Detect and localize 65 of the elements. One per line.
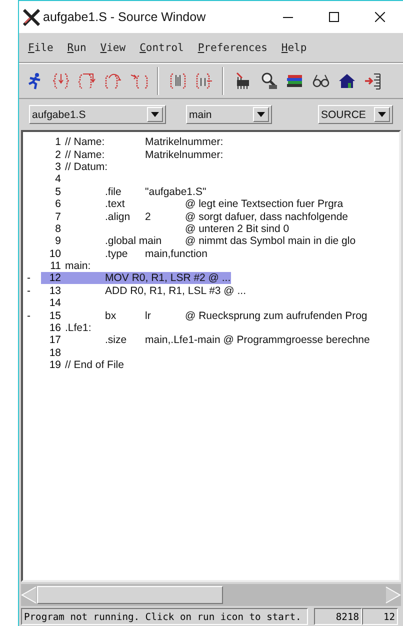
minimize-icon — [283, 16, 293, 18]
dropdown-arrow-icon[interactable] — [151, 112, 159, 117]
breakpoint-marker[interactable]: - — [27, 284, 30, 297]
dropdown[interactable]: main — [186, 105, 272, 124]
line-number: 8 — [54, 222, 62, 235]
code-line: .type main,function — [104, 248, 208, 260]
dropdown[interactable]: SOURCE — [318, 105, 393, 124]
scrollbar-thumb[interactable] — [37, 586, 223, 604]
line-number: 18 — [48, 346, 62, 359]
line-number: 16 — [48, 322, 62, 334]
line-number: 1 — [54, 136, 62, 148]
menu-item[interactable]: File — [28, 42, 54, 54]
code-line: .global main @ nimmt das Symbol main in die glo — [104, 235, 356, 248]
line-number: 12 — [41, 272, 65, 284]
code-line: .Lfe1: — [65, 322, 92, 334]
line-number: 6 — [54, 198, 62, 210]
dropdown[interactable]: aufgabe1.S — [29, 105, 166, 124]
status-field: 12 — [362, 608, 398, 624]
code-line: .size main,.Lfe1-main @ Programmgroesse berechne — [104, 334, 370, 346]
window-title: aufgabe1.S - Source Window — [43, 10, 207, 24]
chip-icon[interactable] — [234, 72, 252, 90]
line-number: 4 — [54, 173, 62, 186]
breakpoint-marker[interactable]: - — [27, 310, 30, 322]
line-number: 3 — [54, 160, 62, 173]
dropdown-arrow-icon[interactable] — [378, 112, 386, 117]
line-number: 5 — [54, 186, 62, 198]
code-line: .text @ legt eine Textsection fuer Prgra — [104, 198, 344, 210]
code-line: ADD R0, R1, R1, LSL #3 @ ... — [104, 284, 246, 297]
line-number: 19 — [48, 359, 62, 372]
line-number: 13 — [48, 284, 62, 297]
menu-item[interactable]: View — [100, 42, 126, 54]
status-field: 8218 — [314, 608, 362, 624]
code-line: .align 2 @ sorgt dafuer, dass nachfolgende — [104, 210, 348, 223]
code-line: // Name: Matrikelnummer: — [65, 136, 224, 148]
code-line: // Name: Matrikelnummer: — [65, 148, 224, 161]
line-number: 17 — [48, 334, 62, 346]
line-number: 10 — [48, 248, 62, 260]
code-line: main: — [65, 260, 91, 272]
glasses-icon[interactable] — [312, 72, 330, 90]
breakpoint-marker[interactable]: - — [27, 272, 30, 284]
books-icon[interactable] — [286, 72, 304, 90]
line-number: 11 — [49, 260, 62, 272]
line-number: 15 — [48, 310, 62, 322]
code-line: .file "aufgabe1.S" — [104, 186, 206, 198]
magnifier-icon[interactable] — [260, 72, 278, 90]
code-line: // End of File — [65, 359, 124, 372]
status-message: Program not running. Click on run icon to start. — [21, 608, 308, 624]
menu-item[interactable]: Preferences — [198, 42, 268, 54]
line-number: 2 — [54, 148, 62, 161]
code-line: @ unteren 2 Bit sind 0 — [184, 222, 290, 235]
menu-item[interactable]: Run — [67, 42, 86, 54]
maximize-icon — [329, 12, 339, 22]
dropdown-arrow-icon[interactable] — [257, 112, 265, 117]
horizontal-scrollbar[interactable] — [21, 584, 401, 606]
line-number: 7 — [54, 210, 62, 223]
line-number: 14 — [48, 297, 62, 310]
exit-arrow-icon[interactable] — [364, 72, 382, 90]
code-line: bx lr @ Ruecksprung zum aufrufenden Prog — [104, 310, 368, 322]
code-line: // Datum: — [65, 160, 108, 173]
line-number: 9 — [54, 235, 62, 248]
x-logo-icon — [23, 8, 40, 26]
house-icon[interactable] — [338, 72, 356, 90]
menu-item[interactable]: Control — [140, 42, 184, 54]
menu-item[interactable]: Help — [281, 42, 307, 54]
close-icon — [375, 12, 385, 22]
